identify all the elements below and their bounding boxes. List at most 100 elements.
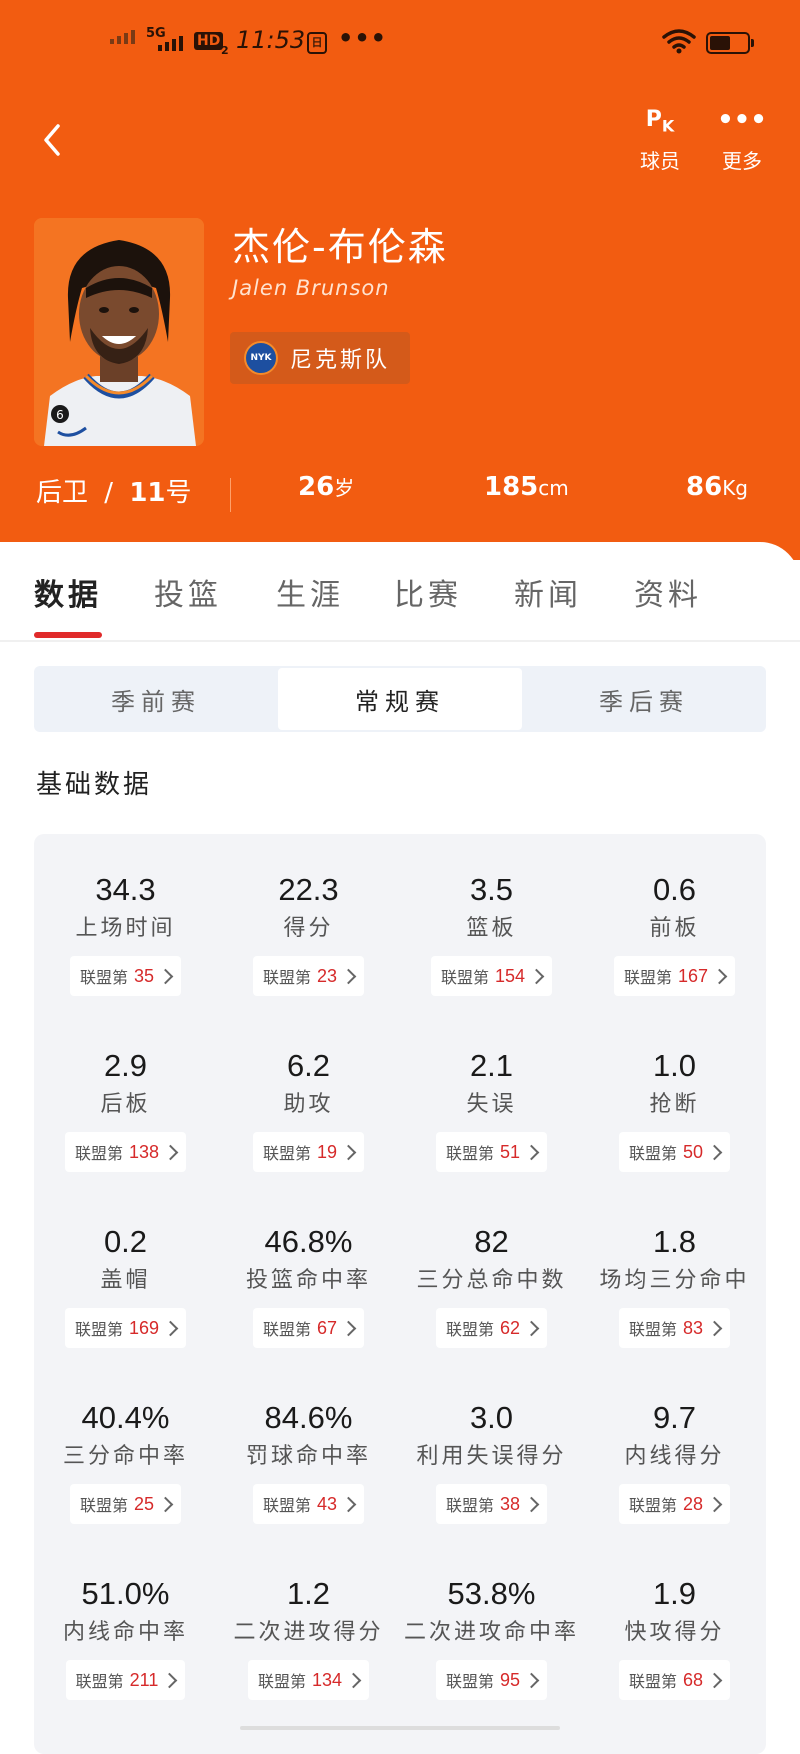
rank-prefix: 联盟第	[262, 1320, 311, 1339]
league-rank-button[interactable]: 联盟第 23	[252, 956, 365, 996]
rank-prefix: 联盟第	[262, 1496, 311, 1515]
league-rank-button[interactable]: 联盟第 62	[435, 1308, 548, 1348]
league-rank-button[interactable]: 联盟第 19	[252, 1132, 365, 1172]
chevron-right-icon	[162, 1144, 179, 1160]
rank-prefix: 联盟第	[628, 1672, 677, 1691]
rank-prefix: 联盟第	[445, 1144, 494, 1163]
stat-label: 后板	[100, 1092, 151, 1117]
stat-cell: 40.4% 三分命中率 联盟第 25	[34, 1398, 217, 1524]
stat-value: 82	[474, 1224, 509, 1259]
league-rank-button[interactable]: 联盟第 138	[64, 1132, 187, 1172]
league-rank-button[interactable]: 联盟第 25	[69, 1484, 182, 1524]
league-rank-button[interactable]: 联盟第 83	[618, 1308, 731, 1348]
tab-profile[interactable]: 资料	[634, 570, 702, 614]
rank-prefix: 联盟第	[445, 1320, 494, 1339]
season-tab-preseason[interactable]: 季前赛	[34, 666, 278, 732]
scroll-indicator	[240, 1726, 560, 1730]
rank-prefix: 联盟第	[628, 1496, 677, 1515]
league-rank-button[interactable]: 联盟第 154	[430, 956, 553, 996]
player-age: 26岁	[298, 472, 355, 502]
team-chip[interactable]: NYK 尼克斯队	[230, 332, 410, 384]
rank-number: 134	[311, 1669, 343, 1690]
league-rank-button[interactable]: 联盟第 95	[435, 1660, 548, 1700]
stat-value: 22.3	[278, 872, 339, 907]
league-rank-button[interactable]: 联盟第 167	[613, 956, 736, 996]
player-avatar: 6	[34, 218, 204, 446]
signal-strength-icon-1	[110, 30, 135, 44]
season-tab-regular[interactable]: 常规赛	[278, 668, 522, 730]
league-rank-button[interactable]: 联盟第 43	[252, 1484, 365, 1524]
stat-cell: 1.9 快攻得分 联盟第 68	[583, 1574, 766, 1700]
chevron-right-icon	[162, 1672, 178, 1688]
back-button[interactable]	[36, 118, 70, 162]
rank-number: 167	[677, 965, 709, 986]
stat-label: 助攻	[283, 1092, 334, 1117]
tab-news[interactable]: 新闻	[514, 570, 582, 614]
more-button[interactable]: ••• 更多	[712, 105, 772, 174]
wifi-icon	[662, 29, 696, 54]
rank-number: 28	[682, 1493, 704, 1514]
stat-value: 0.6	[652, 872, 697, 907]
league-rank-button[interactable]: 联盟第 169	[64, 1308, 187, 1348]
league-rank-button[interactable]: 联盟第 51	[435, 1132, 548, 1172]
league-rank-button[interactable]: 联盟第 67	[252, 1308, 365, 1348]
stat-value: 6.2	[286, 1048, 331, 1083]
player-bio-row: 后卫 / 11号 26岁 185cm 86Kg	[0, 472, 800, 522]
stat-cell: 34.3 上场时间 联盟第 35	[34, 870, 217, 996]
rank-number: 25	[133, 1493, 155, 1514]
player-weight: 86Kg	[686, 472, 748, 502]
pk-icon: PK	[645, 107, 675, 136]
stat-label: 前板	[649, 916, 700, 941]
stat-value: 34.3	[95, 872, 156, 907]
pk-player-button[interactable]: PK 球员	[630, 105, 690, 174]
battery-icon	[706, 32, 754, 54]
tab-shooting[interactable]: 投篮	[154, 570, 222, 614]
stat-value: 1.0	[652, 1048, 697, 1083]
tab-indicator	[34, 632, 102, 638]
tab-data[interactable]: 数据	[34, 570, 102, 614]
stat-cell: 3.5 篮板 联盟第 154	[400, 870, 583, 996]
stat-cell: 84.6% 罚球命中率 联盟第 43	[217, 1398, 400, 1524]
rank-number: 50	[682, 1141, 704, 1162]
tab-career[interactable]: 生涯	[276, 570, 344, 614]
season-tab-playoffs[interactable]: 季后赛	[522, 666, 766, 732]
league-rank-button[interactable]: 联盟第 134	[247, 1660, 370, 1700]
rank-prefix: 联盟第	[628, 1320, 677, 1339]
tab-bar: 数据 投篮 生涯 比赛 新闻 资料	[0, 542, 800, 642]
position-number: 后卫 / 11号	[36, 478, 192, 508]
rank-number: 211	[129, 1669, 159, 1690]
chevron-right-icon	[157, 968, 174, 984]
more-label: 更多	[722, 149, 762, 173]
league-rank-button[interactable]: 联盟第 68	[618, 1660, 731, 1700]
chevron-left-icon	[44, 124, 60, 156]
league-rank-button[interactable]: 联盟第 28	[618, 1484, 731, 1524]
stat-value: 46.8%	[264, 1224, 353, 1259]
stat-cell: 2.1 失误 联盟第 51	[400, 1046, 583, 1172]
tab-games[interactable]: 比赛	[394, 570, 462, 614]
rank-prefix: 联盟第	[262, 1144, 311, 1163]
stat-label: 内线得分	[624, 1444, 725, 1469]
chevron-right-icon	[706, 1144, 723, 1160]
stat-cell: 6.2 助攻联盟第 19	[217, 1046, 400, 1172]
league-rank-button[interactable]: 联盟第 35	[69, 956, 182, 996]
stat-label: 得分	[283, 916, 334, 941]
rank-prefix: 联盟第	[74, 1144, 123, 1163]
status-bar: 5G HD 2 11:53 日 •••	[0, 0, 800, 90]
rank-prefix: 联盟第	[262, 968, 311, 987]
league-rank-button[interactable]: 联盟第 38	[435, 1484, 548, 1524]
chevron-right-icon	[345, 1672, 362, 1688]
stat-cell: 82 三分总命中数 联盟第 62	[400, 1222, 583, 1348]
league-rank-button[interactable]: 联盟第 50	[618, 1132, 731, 1172]
status-clock: 11:53	[236, 26, 306, 54]
league-rank-button[interactable]: 联盟第 211	[65, 1660, 186, 1700]
rank-number: 67	[316, 1317, 338, 1338]
rank-prefix: 联盟第	[623, 968, 672, 987]
stat-value: 2.9	[103, 1048, 148, 1083]
stat-label: 失误	[466, 1092, 517, 1117]
stat-label: 盖帽	[100, 1268, 151, 1293]
chevron-right-icon	[528, 968, 545, 984]
rank-number: 95	[499, 1669, 521, 1690]
stat-label: 场均三分命中	[599, 1268, 750, 1293]
stat-cell: 51.0% 内线命中率 联盟第 211	[34, 1574, 217, 1700]
stat-label: 快攻得分	[624, 1620, 725, 1645]
